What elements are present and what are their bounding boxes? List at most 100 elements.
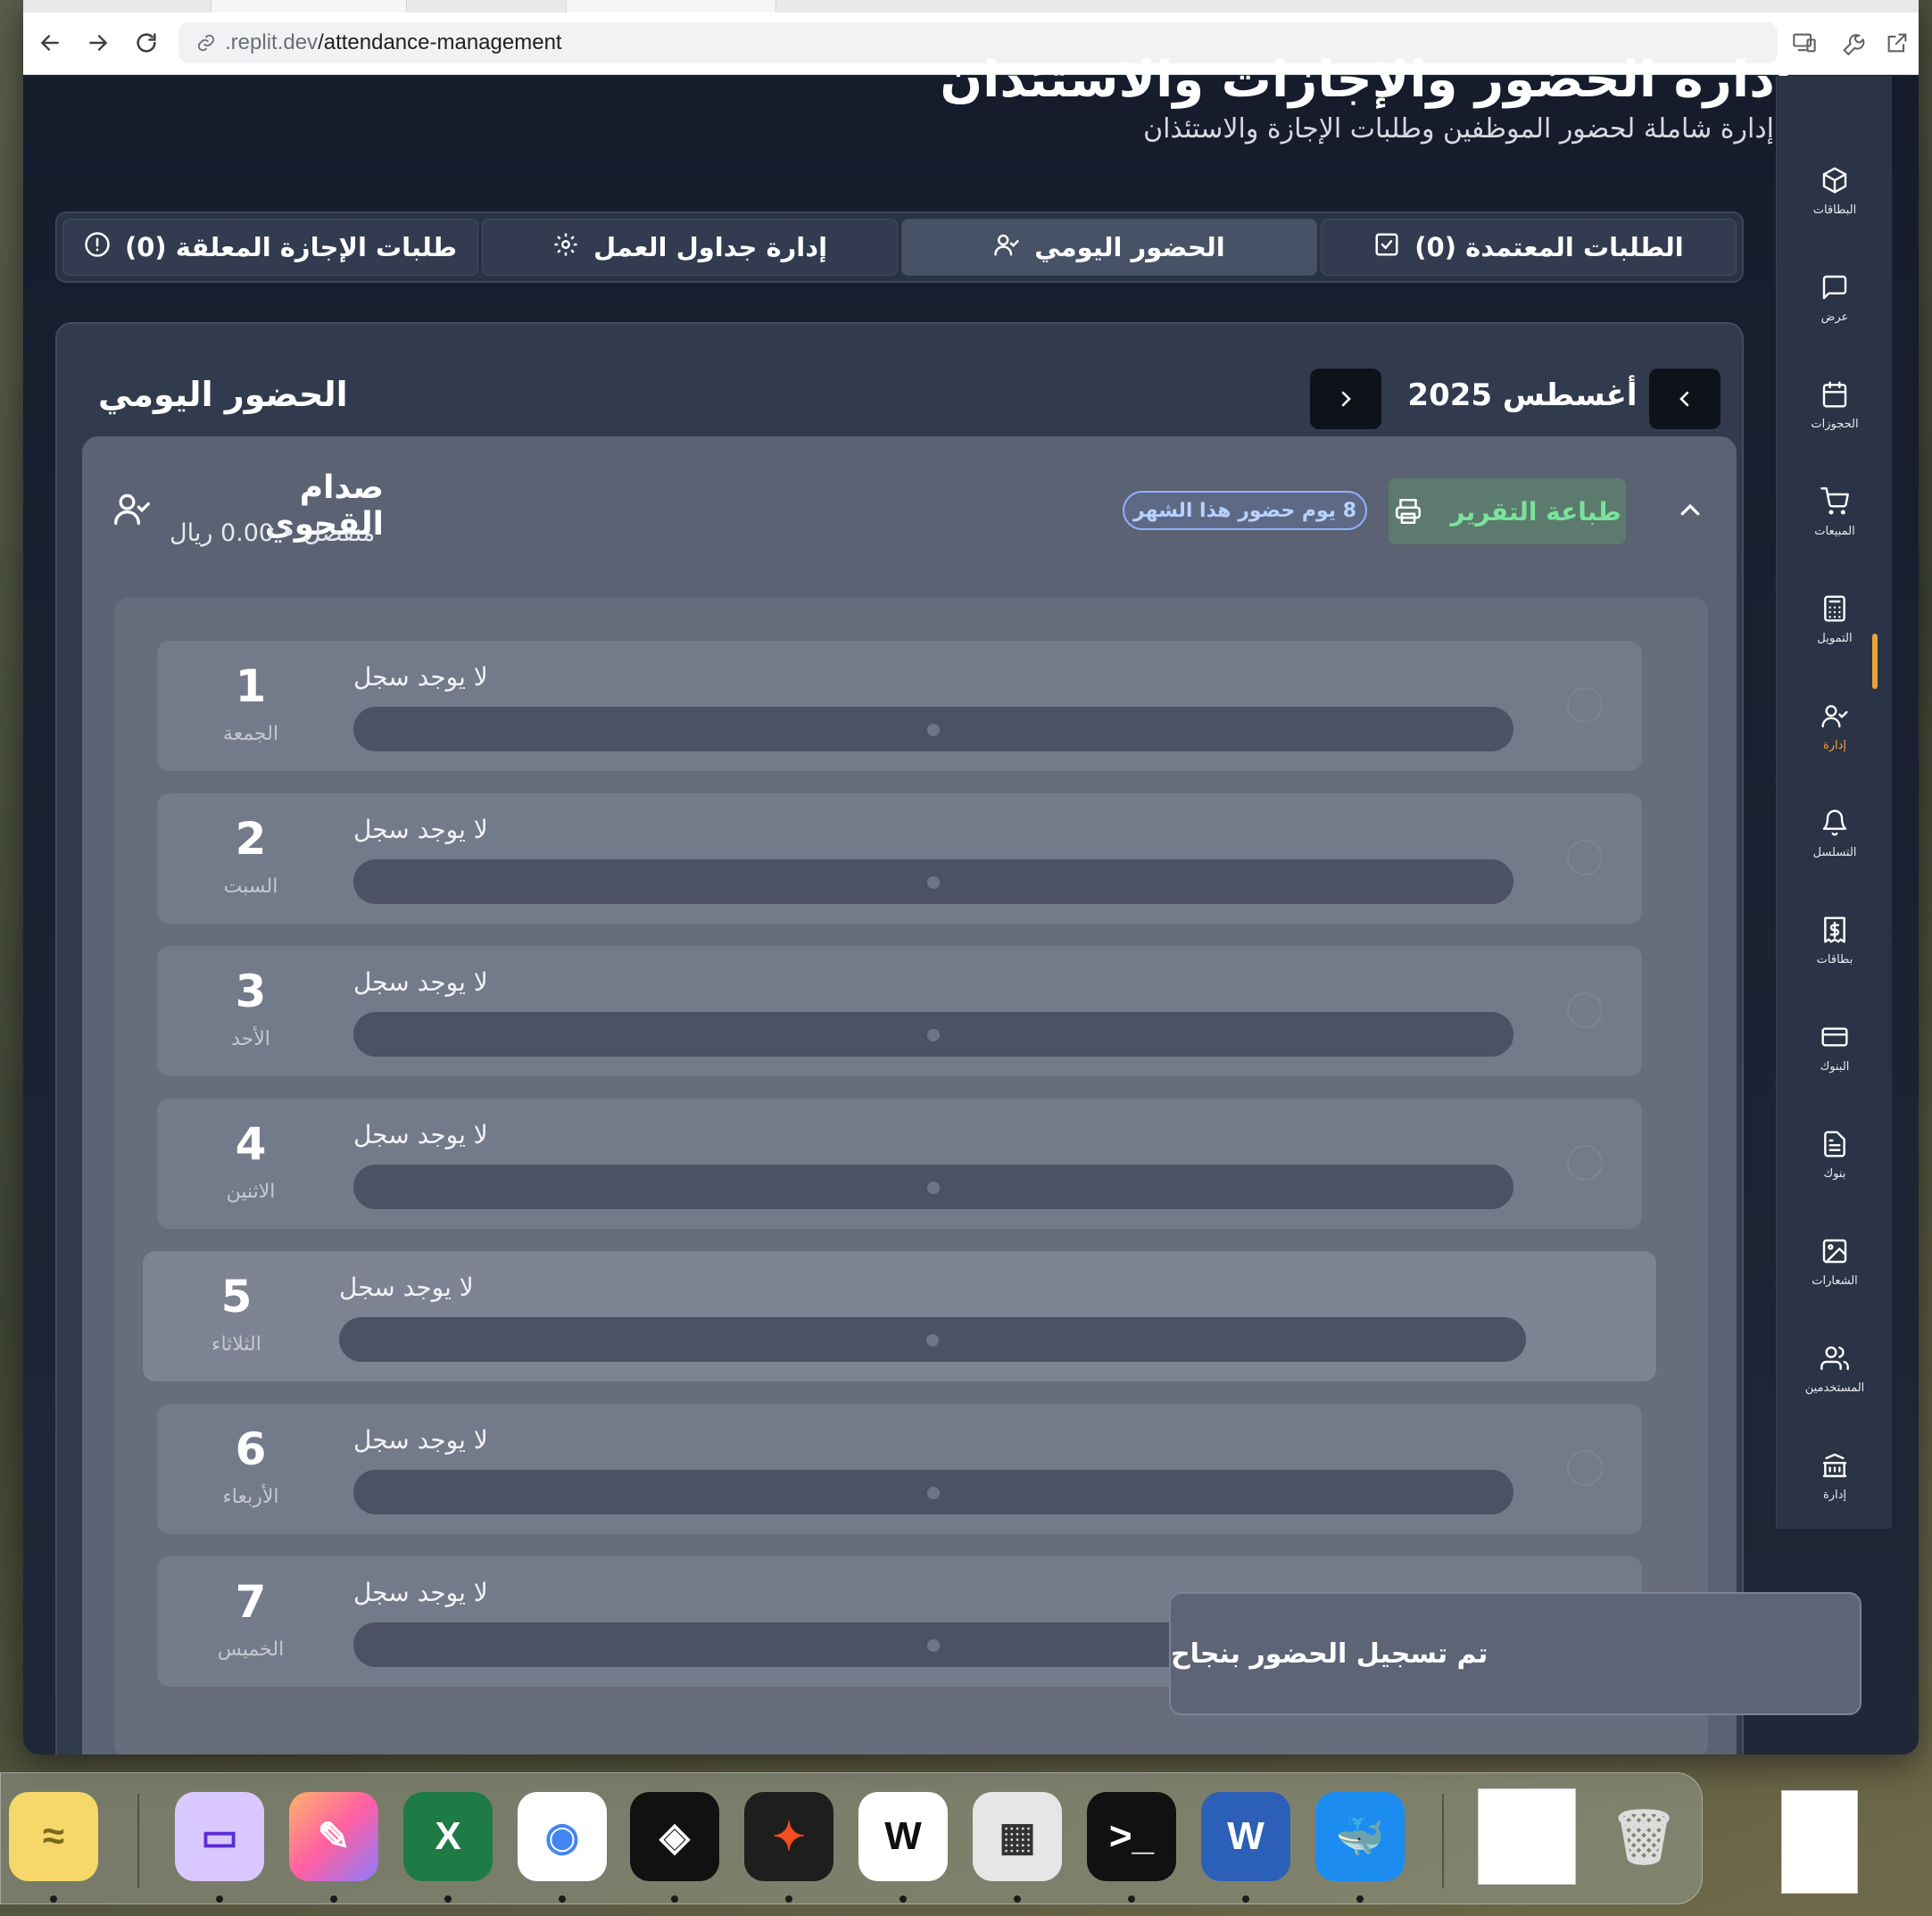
back-button[interactable] [32, 25, 68, 61]
day-row[interactable]: 5 الثلاثاء لا يوجد سجل [143, 1251, 1656, 1381]
sidebar-item-4[interactable]: التمويل [1777, 579, 1893, 659]
print-report-button[interactable]: طباعة التقرير [1389, 478, 1626, 544]
tools-button[interactable] [1835, 25, 1870, 61]
day-number: 5 [220, 1271, 253, 1323]
sidebar-item-label: عرض [1820, 310, 1849, 324]
desktop-file-thumbnail[interactable] [1781, 1790, 1858, 1894]
dock-app-excel-icon[interactable]: X [403, 1792, 493, 1881]
dock-app-word-icon[interactable]: W [1201, 1792, 1290, 1881]
day-row[interactable]: 3 الأحد لا يوجد سجل [157, 946, 1642, 1076]
no-record-label: لا يوجد سجل [353, 662, 488, 692]
day-select-radio[interactable] [1567, 1450, 1603, 1486]
day-number: 3 [235, 966, 267, 1017]
dock-separator [1442, 1794, 1444, 1888]
sidebar-item-0[interactable]: البطاقات [1777, 151, 1893, 231]
day-select-radio[interactable] [1581, 1298, 1617, 1333]
collapse-button[interactable] [1672, 493, 1708, 528]
dock-app-screens-icon[interactable]: ▭ [175, 1792, 264, 1881]
bar-dot [927, 1487, 940, 1499]
dock-running-dot [785, 1895, 792, 1903]
day-row[interactable]: 2 السبت لا يوجد سجل [157, 793, 1642, 924]
dock-app-pages-icon[interactable]: ✎ [289, 1792, 378, 1881]
document-thumbnail[interactable] [1478, 1788, 1576, 1885]
sidebar-item-11[interactable]: المستخدمين [1777, 1329, 1893, 1409]
dock-running-dot [559, 1895, 566, 1903]
sidebar-item-2[interactable]: الحجوزات [1777, 365, 1893, 445]
browser-tab[interactable] [211, 0, 407, 12]
day-name: الجمعة [222, 723, 279, 745]
bar-dot [926, 1334, 939, 1347]
dock-app-figma-icon[interactable]: ✦ [744, 1792, 833, 1881]
prev-month-button[interactable] [1649, 369, 1721, 429]
no-record-label: لا يوجد سجل [353, 967, 488, 997]
attendance-bar [353, 1470, 1513, 1514]
forward-button[interactable] [80, 25, 116, 61]
day-name: السبت [223, 875, 278, 898]
dock-app-stickies-icon[interactable]: ≈ [9, 1792, 98, 1881]
attendance-bar [353, 1012, 1513, 1057]
dock-app-chrome-icon[interactable]: ◉ [518, 1792, 607, 1881]
tab-label: الطلبات المعتمدة (0) [1414, 232, 1684, 262]
url-path: /attendance-management [318, 30, 562, 54]
sidebar-item-8[interactable]: البنوك [1777, 1008, 1893, 1088]
cart-icon [1820, 486, 1849, 519]
browser-tab[interactable] [566, 0, 776, 12]
sidebar-item-label: المستخدمين [1804, 1381, 1865, 1395]
day-row[interactable]: 1 الجمعة لا يوجد سجل [157, 641, 1642, 771]
reload-button[interactable] [129, 25, 164, 61]
dock-app-wordform-icon[interactable]: W [858, 1792, 948, 1881]
alert-circle-icon [84, 231, 111, 264]
no-record-label: لا يوجد سجل [339, 1273, 474, 1302]
sidebar-item-1[interactable]: عرض [1777, 258, 1893, 338]
tab-0[interactable]: الطلبات المعتمدة (0) [1321, 219, 1737, 276]
tab-3[interactable]: طلبات الإجازة المعلقة (0) [62, 219, 478, 276]
sidebar-item-3[interactable]: المبيعات [1777, 472, 1893, 552]
no-record-label: لا يوجد سجل [353, 1120, 488, 1149]
dock-separator [137, 1794, 139, 1888]
receipt-icon [1820, 916, 1849, 948]
attendance-bar [339, 1317, 1526, 1362]
sidebar-item-label: البنوك [1820, 1059, 1850, 1074]
sidebar-item-label: التمويل [1817, 631, 1853, 645]
day-row[interactable]: 6 الأربعاء لا يوجد سجل [157, 1404, 1642, 1534]
no-record-label: لا يوجد سجل [353, 1578, 488, 1607]
day-number: 4 [235, 1118, 267, 1170]
day-name: الخميس [217, 1638, 285, 1661]
day-name: الاثنين [226, 1181, 276, 1203]
devices-button[interactable] [1787, 25, 1822, 61]
user-check-icon [993, 231, 1020, 264]
dock-app-docker-icon[interactable]: 🐳 [1315, 1792, 1405, 1881]
page-title: إدارة الحضور والإجازات والاستئذان [940, 51, 1792, 109]
arrow-left-icon [40, 35, 59, 51]
tab-2[interactable]: إدارة جداول العمل [482, 219, 898, 276]
sidebar-item-10[interactable]: الشعارات [1777, 1222, 1893, 1302]
tab-1[interactable]: الحضور اليومي [901, 219, 1317, 276]
day-select-radio[interactable] [1567, 687, 1603, 723]
dock-app-terminal-icon[interactable]: >_ [1087, 1792, 1176, 1881]
day-select-radio[interactable] [1567, 992, 1603, 1028]
day-select-radio[interactable] [1567, 840, 1603, 875]
month-label: أغسطس 2025 [1407, 377, 1638, 413]
sidebar-item-label: البطاقات [1812, 203, 1857, 217]
sidebar-item-9[interactable]: بنوك [1777, 1115, 1893, 1195]
sidebar-item-7[interactable]: بطاقات [1777, 900, 1893, 981]
next-month-button[interactable] [1310, 369, 1381, 429]
dock-app-calculator-icon[interactable]: ▦ [973, 1792, 1062, 1881]
tab-label: الحضور اليومي [1034, 232, 1225, 262]
right-sidebar: البطاقات عرض الحجوزات المبيعات التمويل إدارة ا… [1776, 76, 1892, 1529]
sidebar-item-label: المبيعات [1814, 524, 1855, 538]
credit-card-icon [1820, 1023, 1849, 1055]
dock-running-dot [50, 1895, 57, 1903]
open-external-button[interactable] [1879, 25, 1915, 61]
sidebar-item-6[interactable]: التسلسل [1777, 793, 1893, 874]
sidebar-item-5[interactable]: إدارة [1777, 686, 1893, 767]
trash-icon[interactable]: 🗑 [1599, 1792, 1688, 1881]
wrench-icon [1843, 34, 1865, 55]
document-icon [1820, 1130, 1849, 1162]
day-select-radio[interactable] [1567, 1145, 1603, 1181]
tab-label: إدارة جداول العمل [593, 232, 828, 262]
dock-app-unity-icon[interactable]: ◈ [630, 1792, 719, 1881]
sidebar-item-12[interactable]: إدارة [1777, 1436, 1893, 1516]
day-row[interactable]: 4 الاثنين لا يوجد سجل [157, 1099, 1642, 1229]
sidebar-item-label: بطاقات [1816, 952, 1853, 966]
